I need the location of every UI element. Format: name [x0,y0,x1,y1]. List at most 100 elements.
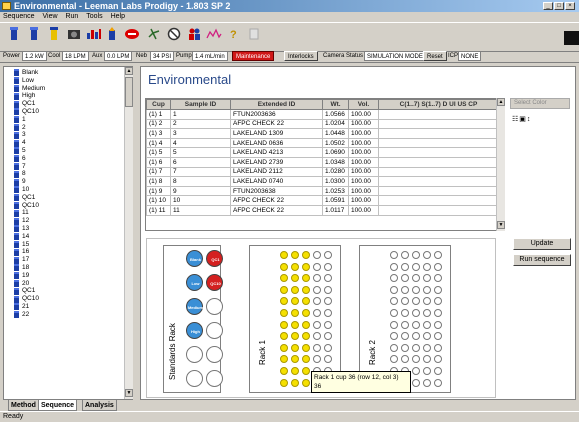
rack-2-cup[interactable] [412,320,420,329]
standard-cup[interactable]: Low [186,274,203,291]
rack-1-cup[interactable] [291,262,299,271]
standard-cup[interactable] [186,346,203,363]
tree-item[interactable]: 3 [6,131,124,139]
rack-1-cup[interactable] [324,262,332,271]
table-cell[interactable]: (1) 1 [146,109,171,120]
rack-2-cup[interactable] [390,285,398,294]
table-cell[interactable]: 100.00 [348,204,379,216]
table-row[interactable]: (1) 6 6 LAKELAND 2739 1.0348 100.00 [146,156,499,168]
rack-1-cup[interactable] [302,332,310,341]
rack-1-cup[interactable] [313,309,321,317]
run-sequence-button[interactable]: Run sequence [513,254,571,266]
rack-2-cup[interactable] [434,297,442,306]
rack-2-cup[interactable] [412,285,420,294]
rack-2-cup[interactable] [423,320,431,329]
stop-icon[interactable] [124,26,140,42]
rack-2-cup[interactable] [434,332,442,341]
table-row[interactable]: (1) 7 7 LAKELAND 2112 1.0280 100.00 [146,166,499,178]
tree-item[interactable]: 12 [6,217,124,225]
rack-2-cup[interactable] [401,355,409,364]
rack-1-cup[interactable] [313,355,321,364]
table-cell[interactable]: 7 [170,166,231,178]
maximize-button[interactable]: □ [554,2,564,10]
table-cell[interactable] [378,204,499,216]
rack-2-cup[interactable] [423,262,431,271]
camera-icon[interactable] [66,26,82,42]
col-header-sample-id[interactable]: Sample ID [170,99,231,110]
rack-1-cup[interactable] [324,309,332,317]
table-cell[interactable]: (1) 9 [146,185,171,197]
rack-2-cup[interactable] [390,355,398,364]
select-color-dropdown[interactable]: Select Color [510,98,570,109]
table-cell[interactable]: (1) 4 [146,137,171,149]
rack-1-cup[interactable] [324,251,332,259]
rack-2-cup[interactable] [412,262,420,271]
rack-1-cup[interactable] [302,274,310,283]
table-cell[interactable]: 1.0348 [322,156,349,168]
tree-item[interactable]: 11 [6,209,124,217]
rack-1-cup[interactable] [291,343,299,352]
table-cell[interactable]: 8 [170,176,231,187]
table-cell[interactable]: (1) 2 [146,118,171,130]
reset-button[interactable]: Reset [423,51,447,61]
rack-1-cup[interactable] [313,251,321,259]
tree-item[interactable]: 19 [6,272,124,280]
rack-2-cup[interactable] [412,274,420,283]
tree-item[interactable]: 5 [6,147,124,155]
settings-icon[interactable] [146,26,162,42]
table-cell[interactable]: 100.00 [348,128,379,139]
col-header-extended-id[interactable]: Extended ID [230,99,323,110]
table-cell[interactable]: 1.0117 [322,204,349,216]
rack-1-cup[interactable] [324,274,332,283]
rack-2-cup[interactable] [434,274,442,283]
rack-2-cup[interactable] [434,320,442,329]
table-cell[interactable]: 3 [170,128,231,139]
rack-2-cup[interactable] [401,343,409,352]
rack-2-cup[interactable] [412,343,420,352]
rack-2-cup[interactable] [423,332,431,341]
table-cell[interactable]: 1.0204 [322,118,349,130]
gauge-icon[interactable] [6,26,22,42]
scroll-down-icon[interactable]: ▼ [125,389,133,397]
table-cell[interactable] [378,137,499,149]
table-row[interactable]: (1) 11 11 AFPC CHECK 22 1.0117 100.00 [146,204,499,216]
tree-item[interactable]: QC1 [6,100,124,108]
sequence-tree[interactable]: Blank Low Medium High QC1 QC10 1 2 3 4 5 6 7 8 9 10 QC1 Q… [6,69,124,399]
rack-2-cup[interactable] [434,378,442,387]
rack-2-cup[interactable] [401,309,409,317]
standard-cup[interactable] [206,370,223,387]
table-cell[interactable]: 1.0448 [322,128,349,139]
close-button[interactable]: × [565,2,575,10]
standard-cup[interactable] [206,298,223,315]
table-cell[interactable]: (1) 8 [146,176,171,187]
table-cell[interactable] [378,176,499,187]
rack-2-cup[interactable] [434,262,442,271]
rack-2-cup[interactable] [423,285,431,294]
table-cell[interactable]: AFPC CHECK 22 [230,118,323,130]
table-row[interactable]: (1) 4 4 LAKELAND 0636 1.0502 100.00 [146,137,499,149]
rack-1-cup[interactable] [291,378,299,387]
standard-cup[interactable] [186,370,203,387]
rack-2-cup[interactable] [401,297,409,306]
table-cell[interactable]: AFPC CHECK 22 [230,204,323,216]
table-cell[interactable]: LAKELAND 4213 [230,147,323,158]
tab-analysis[interactable]: Analysis [82,400,117,411]
rack-1-cup[interactable] [302,367,310,375]
tree-item[interactable]: 1 [6,116,124,124]
rack-2-cup[interactable] [434,309,442,317]
tree-item[interactable]: 20 [6,280,124,288]
table-cell[interactable] [378,109,499,120]
tree-item[interactable]: 16 [6,248,124,256]
table-cell[interactable]: 1.0502 [322,137,349,149]
table-cell[interactable]: LAKELAND 0740 [230,176,323,187]
standard-cup[interactable]: Medium [186,298,203,315]
standard-cup[interactable]: QC10 [206,274,223,291]
rack-2-cup[interactable] [412,309,420,317]
table-cell[interactable]: 100.00 [348,166,379,178]
spectrum-icon[interactable] [206,26,222,42]
table-cell[interactable]: LAKELAND 2739 [230,156,323,168]
table-cell[interactable]: 6 [170,156,231,168]
table-cell[interactable]: 100.00 [348,109,379,120]
rack-1-cup[interactable] [291,320,299,329]
table-cell[interactable]: 100.00 [348,118,379,130]
